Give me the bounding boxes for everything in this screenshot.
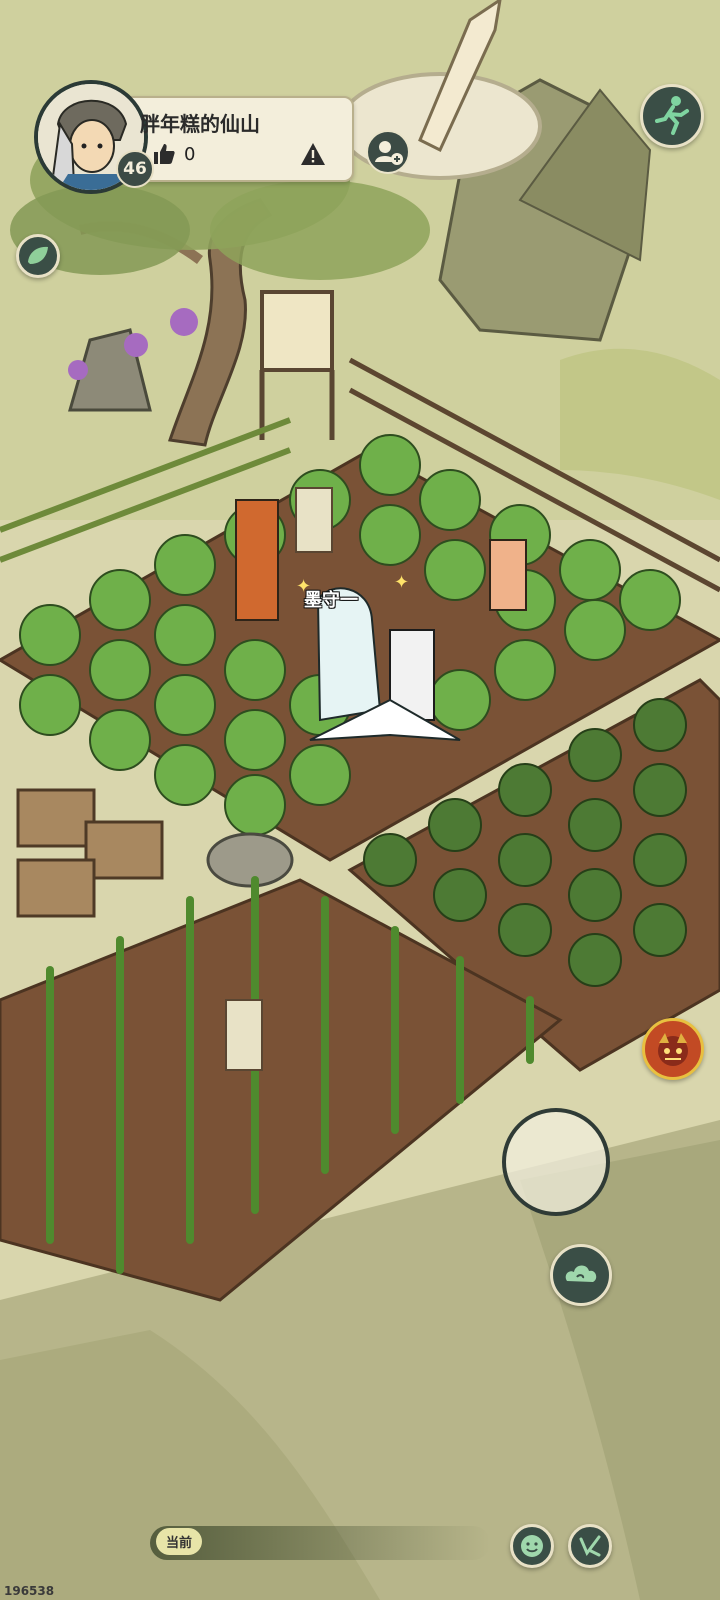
smiley-icon: [521, 1535, 543, 1557]
island-name: 胖年糕的仙山: [140, 112, 260, 136]
thumbs-up-icon[interactable]: [152, 142, 176, 166]
monster-face-icon: [658, 1033, 688, 1066]
sparkle-icon: ✦: [394, 572, 410, 593]
character: [489, 539, 527, 611]
gourd: [124, 333, 148, 357]
notice-board: [260, 290, 334, 372]
cloud-swirl-icon: [565, 1265, 597, 1282]
run-button[interactable]: [640, 84, 704, 148]
emoji-button[interactable]: [510, 1524, 554, 1568]
leaf-button[interactable]: [16, 234, 60, 278]
add-friend-icon: [375, 141, 403, 165]
player-name-tag: 墨守一: [304, 590, 358, 611]
scarecrow: [225, 999, 263, 1071]
leaf-icon: [28, 246, 48, 264]
running-person-icon: [655, 96, 689, 135]
gourd: [170, 308, 198, 336]
chat-input-button[interactable]: [568, 1524, 612, 1568]
like-count: 0: [184, 144, 196, 165]
game-scene[interactable]: [0, 0, 720, 1600]
water-well: [206, 832, 294, 888]
gourd: [68, 360, 88, 380]
chat-channel-label[interactable]: 当前: [156, 1528, 203, 1555]
monster-event-button[interactable]: [642, 1018, 704, 1080]
scarecrow: [295, 487, 333, 553]
pen-message-icon: [579, 1535, 601, 1557]
add-friend-button[interactable]: [366, 130, 410, 174]
character: [235, 499, 279, 621]
build-id: 196538: [4, 1584, 55, 1598]
virtual-joystick[interactable]: [502, 1108, 610, 1216]
level-badge: 46: [116, 150, 154, 188]
cloud-skill-button[interactable]: [550, 1244, 612, 1306]
warning-icon[interactable]: [300, 142, 326, 166]
